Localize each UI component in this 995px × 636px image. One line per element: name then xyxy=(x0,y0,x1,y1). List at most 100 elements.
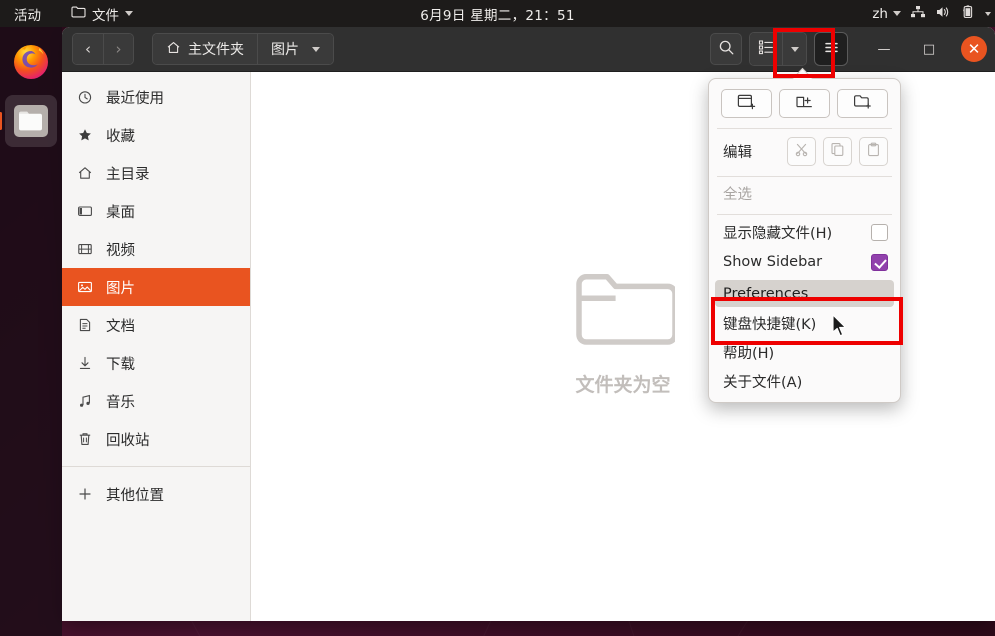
sidebar-item-label: 桌面 xyxy=(106,201,135,222)
sidebar-item-trash[interactable]: 回收站 xyxy=(62,420,250,458)
chevron-down-icon xyxy=(791,47,799,52)
dock-item-firefox[interactable] xyxy=(5,35,57,87)
dock-item-files[interactable] xyxy=(5,95,57,147)
folder-icon xyxy=(71,5,86,22)
close-button[interactable]: ✕ xyxy=(961,36,987,62)
main-menu-popover: 编辑 全选 显示隐藏文件(H) Show Sidebar Preferences… xyxy=(708,78,901,403)
forward-button[interactable]: › xyxy=(103,34,133,64)
new-window-icon xyxy=(737,93,756,114)
home-icon xyxy=(76,165,93,181)
sidebar-item-videos[interactable]: 视频 xyxy=(62,230,250,268)
battery-icon xyxy=(960,5,976,23)
back-button[interactable]: ‹ xyxy=(73,34,103,64)
keyboard-layout-label: zh xyxy=(872,6,888,22)
sidebar-item-starred[interactable]: 收藏 xyxy=(62,116,250,154)
new-window-button[interactable] xyxy=(721,89,772,118)
breadcrumb: 主文件夹 图片 xyxy=(152,33,334,65)
chevron-down-icon xyxy=(125,11,133,16)
firefox-icon xyxy=(9,39,53,83)
activities-button[interactable]: 活动 xyxy=(6,2,49,26)
breadcrumb-pictures-label: 图片 xyxy=(271,39,299,59)
new-tab-icon xyxy=(795,93,814,114)
star-icon xyxy=(76,127,93,143)
system-indicators[interactable]: zh xyxy=(872,5,991,23)
empty-folder-icon xyxy=(571,337,675,356)
sidebar-item-pictures[interactable]: 图片 xyxy=(62,268,250,306)
sidebar-item-music[interactable]: 音乐 xyxy=(62,382,250,420)
download-arrow-icon xyxy=(76,355,93,371)
sidebar-item-label: 最近使用 xyxy=(106,87,164,108)
dock xyxy=(0,27,62,636)
menu-divider xyxy=(717,214,892,215)
minimize-button[interactable]: — xyxy=(871,36,897,62)
clock[interactable]: 6月9日 星期二，21：51 xyxy=(348,4,648,24)
copy-icon xyxy=(830,142,845,161)
list-view-icon xyxy=(758,39,774,59)
show-sidebar-checkbox[interactable] xyxy=(871,254,888,271)
sidebar-item-label: 收藏 xyxy=(106,125,135,146)
breadcrumb-item-pictures[interactable]: 图片 xyxy=(257,34,333,64)
chevron-down-icon xyxy=(985,12,991,16)
top-panel: 活动 文件 6月9日 星期二，21：51 zh xyxy=(0,0,995,27)
menu-item-show-sidebar[interactable]: Show Sidebar xyxy=(709,247,900,277)
sidebar-item-label: 主目录 xyxy=(106,163,150,184)
view-mode-button[interactable] xyxy=(750,33,782,65)
sidebar-item-label: 其他位置 xyxy=(106,484,164,505)
recent-clock-icon xyxy=(76,89,93,105)
keyboard-layout-indicator[interactable]: zh xyxy=(872,6,901,22)
document-icon xyxy=(76,317,93,333)
sidebar-item-label: 图片 xyxy=(106,277,135,298)
search-button[interactable] xyxy=(710,33,742,65)
scissors-icon xyxy=(794,142,809,161)
menu-item-help[interactable]: 帮助(H) xyxy=(709,338,900,367)
image-icon xyxy=(76,279,93,295)
menu-item-about[interactable]: 关于文件(A) xyxy=(709,367,900,396)
breadcrumb-item-home[interactable]: 主文件夹 xyxy=(153,34,257,64)
paste-button[interactable] xyxy=(859,137,888,166)
app-menu-label: 文件 xyxy=(92,4,119,24)
mouse-cursor xyxy=(832,314,849,342)
menu-item-preferences[interactable]: Preferences xyxy=(715,280,894,307)
menu-item-show-hidden[interactable]: 显示隐藏文件(H) xyxy=(709,217,900,247)
hamburger-menu-button[interactable] xyxy=(814,32,848,66)
sidebar-item-label: 文档 xyxy=(106,315,135,336)
new-folder-button[interactable] xyxy=(837,89,888,118)
trash-icon xyxy=(76,431,93,447)
chevron-down-icon xyxy=(893,11,901,16)
menu-new-buttons xyxy=(709,87,900,126)
view-options-dropdown[interactable] xyxy=(782,33,806,65)
view-options xyxy=(749,32,807,66)
menu-divider xyxy=(717,128,892,129)
show-hidden-checkbox[interactable] xyxy=(871,224,888,241)
navigation-buttons: ‹ › xyxy=(72,33,134,65)
headerbar-controls: — □ ✕ xyxy=(710,32,989,66)
cut-button[interactable] xyxy=(787,137,816,166)
network-icon xyxy=(910,5,926,23)
chevron-down-icon xyxy=(312,47,320,52)
sidebar-item-documents[interactable]: 文档 xyxy=(62,306,250,344)
menu-edit-row: 编辑 xyxy=(709,131,900,174)
breadcrumb-home-label: 主文件夹 xyxy=(188,39,244,59)
sidebar-divider xyxy=(62,466,250,467)
menu-edit-label: 编辑 xyxy=(723,141,752,162)
copy-button[interactable] xyxy=(823,137,852,166)
volume-icon xyxy=(935,5,951,23)
menu-show-sidebar-label: Show Sidebar xyxy=(723,254,822,270)
app-menu-button[interactable]: 文件 xyxy=(65,2,139,26)
sidebar-item-recent[interactable]: 最近使用 xyxy=(62,78,250,116)
sidebar-item-home[interactable]: 主目录 xyxy=(62,154,250,192)
menu-item-select-all[interactable]: 全选 xyxy=(709,179,900,208)
sidebar-item-other-locations[interactable]: 其他位置 xyxy=(62,475,250,513)
hamburger-menu-icon xyxy=(823,39,840,60)
sidebar-item-desktop[interactable]: 桌面 xyxy=(62,192,250,230)
home-icon xyxy=(166,40,181,59)
search-icon xyxy=(718,39,735,60)
video-film-icon xyxy=(76,241,93,257)
menu-item-keyboard-shortcuts[interactable]: 键盘快捷键(K) xyxy=(709,309,900,338)
new-tab-button[interactable] xyxy=(779,89,830,118)
files-folder-icon xyxy=(11,101,51,141)
desktop-icon xyxy=(76,203,93,219)
sidebar-item-downloads[interactable]: 下载 xyxy=(62,344,250,382)
maximize-button[interactable]: □ xyxy=(916,36,942,62)
plus-icon xyxy=(76,486,93,502)
